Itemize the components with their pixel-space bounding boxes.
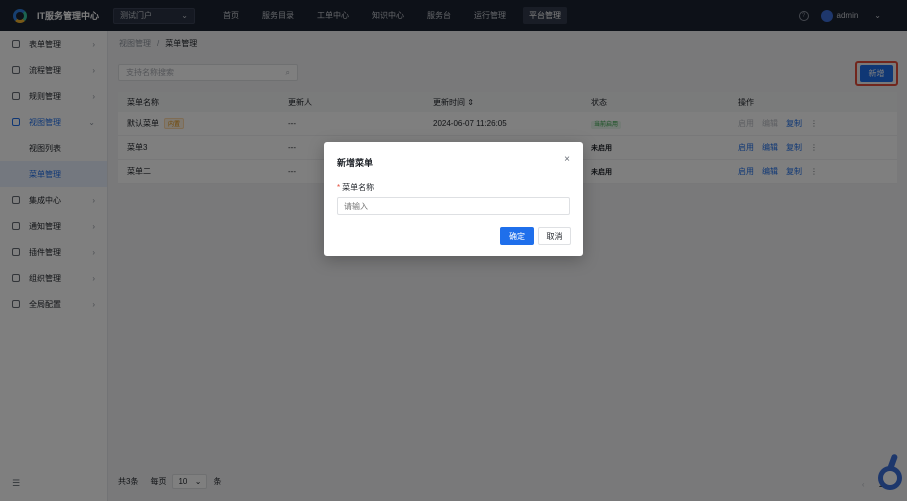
required-mark: * xyxy=(337,183,341,192)
confirm-button[interactable]: 确定 xyxy=(500,227,534,245)
close-icon[interactable]: × xyxy=(564,154,570,165)
menu-name-label: * 菜单名称 xyxy=(337,183,375,192)
add-menu-dialog: 新增菜单 × *菜单名称 确定 取消 xyxy=(324,142,583,256)
dialog-title: 新增菜单 xyxy=(337,158,374,168)
menu-name-input[interactable] xyxy=(337,197,570,215)
cancel-button[interactable]: 取消 xyxy=(538,227,571,245)
